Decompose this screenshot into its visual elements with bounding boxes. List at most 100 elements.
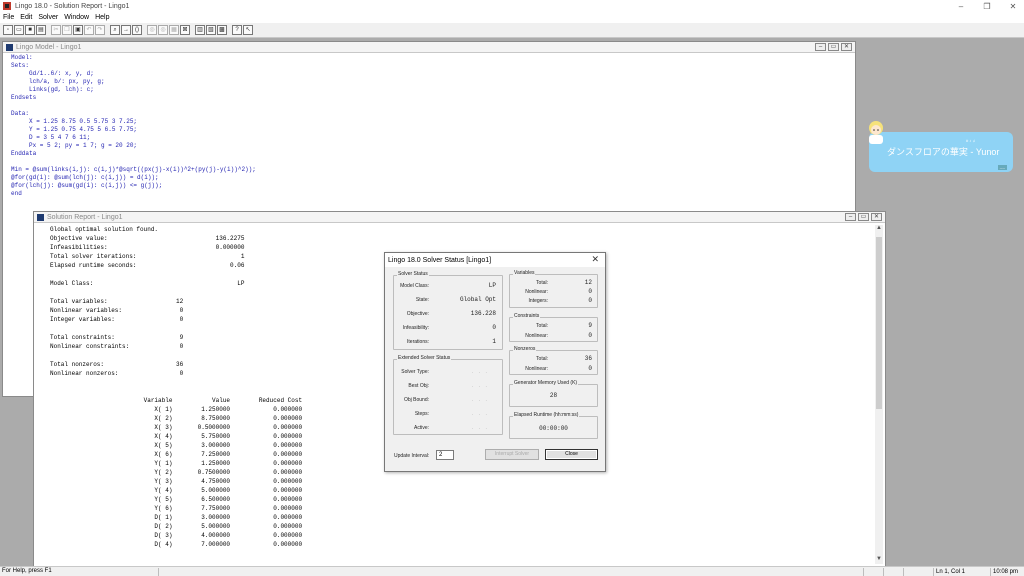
model-code-line: Enddata [11,150,37,157]
report-line: Global optimal solution found. [50,226,159,233]
obj-bound-value: . . . [472,397,489,403]
con-nonlinear-label: Nonlinear: [525,333,548,339]
status-blank-2 [863,568,883,576]
solution-report-text[interactable]: Global optimal solution found. Objective … [50,225,302,549]
model-class-value: LP [488,282,496,289]
new-icon[interactable]: ▫ [3,25,13,35]
context-help-icon[interactable]: ↖ [243,25,253,35]
solver-status-dialog: Lingo 18.0 Solver Status [Lingo1] ✕ Solv… [384,252,606,472]
model-close-button[interactable]: ✕ [841,43,852,51]
con-total-label: Total: [536,323,548,329]
model-code-line [11,158,855,166]
notification-tag: ---- [997,165,1007,170]
menu-edit[interactable]: Edit [20,14,32,21]
solution-icon[interactable]: ◎ [158,25,168,35]
model-window-titlebar[interactable]: Lingo Model - Lingo1 – ▭ ✕ [3,42,855,53]
dialog-titlebar[interactable]: Lingo 18.0 Solver Status [Lingo1] ✕ [385,253,605,267]
solver-type-label: Solver Type: [401,369,429,375]
model-code-line: Endsets [11,94,37,101]
model-code-editor[interactable]: Model: Sets: Gd/1..6/: x, y, d; lch/a, b/… [3,53,855,198]
match-paren-icon[interactable]: () [132,25,142,35]
report-line: Y( 1) 1.250000 0.000000 [50,460,303,467]
copy-icon[interactable]: ❐ [62,25,72,35]
scroll-down-icon[interactable]: ▼ [875,556,883,564]
nz-nonlinear-value: 0 [588,365,592,372]
report-line: X( 3) 0.5000000 0.000000 [50,424,303,431]
var-total-value: 12 [584,279,592,286]
var-integers-label: Integers: [528,298,548,304]
solve-icon[interactable]: ◎ [147,25,157,35]
report-scrollbar[interactable]: ▲ ▼ [875,225,883,564]
best-obj-value: . . . [472,383,489,389]
report-line: Y( 4) 5.000000 0.000000 [50,487,303,494]
report-window-title: Solution Report - Lingo1 [47,213,123,221]
cut-icon[interactable]: ✂ [51,25,61,35]
report-line: D( 1) 3.000000 0.000000 [50,514,303,521]
model-maximize-button[interactable]: ▭ [828,43,839,51]
report-line: X( 5) 3.000000 0.000000 [50,442,303,449]
nz-total-label: Total: [536,356,548,362]
options-icon[interactable]: ⊠ [180,25,190,35]
report-line: Model Class: LP [50,280,245,287]
model-minimize-button[interactable]: – [815,43,826,51]
print-icon[interactable]: ▤ [36,25,46,35]
menu-solver[interactable]: Solver [38,14,58,21]
runtime-group: Elapsed Runtime (hh:mm:ss) 00:00:00 [509,412,598,439]
objective-label: Objective: [406,311,429,317]
model-code-line: D = 3 5 4 7 6 11; [11,134,91,141]
close-all-icon[interactable]: ▩ [217,25,227,35]
model-code-line: Gd/1..6/: x, y, d; [11,70,94,77]
close-button[interactable]: Close [545,449,598,460]
paste-icon[interactable]: ▣ [73,25,83,35]
report-window-titlebar[interactable]: Solution Report - Lingo1 – ▭ ✕ [34,212,885,223]
find-icon[interactable]: ⌕ [110,25,120,35]
status-position: Ln 1, Col 1 [933,568,990,576]
save-icon[interactable]: ■ [25,25,35,35]
report-line: Total constraints: 9 [50,334,184,341]
report-line: Nonlinear nonzeros: 0 [50,370,184,377]
report-line: Objective value: 136.2275 [50,235,245,242]
music-notification[interactable]: # ♪ ♫ ダンスフロアの華実 - Yunor ---- [869,121,1013,172]
report-line [50,270,302,279]
scroll-up-icon[interactable]: ▲ [875,225,883,233]
report-close-button[interactable]: ✕ [871,213,882,221]
model-class-label: Model Class: [400,283,429,289]
status-blank-3 [883,568,903,576]
dialog-title: Lingo 18.0 Solver Status [Lingo1] [388,256,492,264]
redo-icon[interactable]: ↷ [95,25,105,35]
close-app-button[interactable]: ✕ [998,0,1024,12]
active-label: Active: [413,425,429,431]
open-icon[interactable]: ▭ [14,25,24,35]
tile-icon[interactable]: ▥ [195,25,205,35]
constraints-label: Constraints [513,313,541,319]
model-code-line: lch/a, b/: px, py, g; [11,78,105,85]
help-icon[interactable]: ? [232,25,242,35]
model-code-line: X = 1.25 8.75 0.5 5.75 3 7.25; [11,118,138,125]
model-code-line: Data: [11,110,30,117]
menu-file[interactable]: File [3,14,14,21]
report-line: X( 4) 5.750000 0.000000 [50,433,303,440]
menu-window[interactable]: Window [64,14,89,21]
model-code-line: Links(gd, lch): c; [11,86,94,93]
undo-icon[interactable]: ↶ [84,25,94,35]
report-line: Y( 6) 7.750000 0.000000 [50,505,303,512]
toolbar: ▫ ▭ ■ ▤ ✂ ❐ ▣ ↶ ↷ ⌕ → () ◎ ◎ ▦ ⊠ ▥ ▧ ▩ ?… [0,23,1024,38]
dialog-close-icon[interactable]: ✕ [591,254,599,265]
constraints-group: Constraints Total: 9 Nonlinear: 0 [509,313,598,342]
update-interval-input[interactable]: 2 [436,450,454,460]
interrupt-solver-button[interactable]: Interrupt Solver [485,449,539,460]
goto-icon[interactable]: → [121,25,131,35]
report-minimize-button[interactable]: – [845,213,856,221]
cascade-icon[interactable]: ▧ [206,25,216,35]
lingo-doc-icon [37,213,44,221]
menu-help[interactable]: Help [95,14,109,21]
scroll-thumb[interactable] [876,237,882,409]
report-line [50,351,302,360]
report-maximize-button[interactable]: ▭ [858,213,869,221]
report-line: Total solver iterations: 1 [50,253,245,260]
report-line: Integer variables: 0 [50,316,184,323]
report-line: Elapsed runtime seconds: 0.06 [50,262,245,269]
obj-bound-label: Obj Bound: [403,397,429,403]
status-help-text: For Help, press F1 [2,568,52,574]
matrix-icon[interactable]: ▦ [169,25,179,35]
